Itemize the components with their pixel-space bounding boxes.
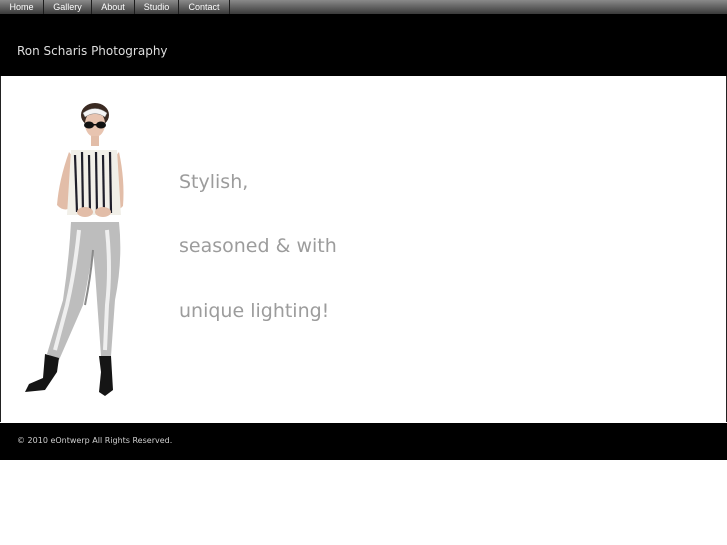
hero-content: Stylish, seasoned & with unique lighting… (0, 76, 727, 422)
model-photo (25, 103, 124, 396)
copyright-text: © 2010 eOntwerp All Rights Reserved. (17, 436, 173, 445)
tagline-line-1: Stylish, (179, 171, 249, 193)
site-footer: © 2010 eOntwerp All Rights Reserved. (0, 423, 727, 460)
nav-item-studio[interactable]: Studio (135, 0, 179, 14)
tagline-line-3: unique lighting! (179, 300, 330, 322)
main-nav: Home Gallery About Studio Contact (0, 0, 230, 14)
site-title: Ron Scharis Photography (17, 44, 168, 58)
nav-item-home[interactable]: Home (0, 0, 44, 14)
tagline-line-2: seasoned & with (179, 235, 337, 257)
nav-item-about[interactable]: About (92, 0, 135, 14)
nav-item-gallery[interactable]: Gallery (44, 0, 92, 14)
top-navigation-bar: Home Gallery About Studio Contact (0, 0, 727, 14)
nav-item-contact[interactable]: Contact (179, 0, 230, 14)
site-header: Ron Scharis Photography (0, 14, 727, 76)
